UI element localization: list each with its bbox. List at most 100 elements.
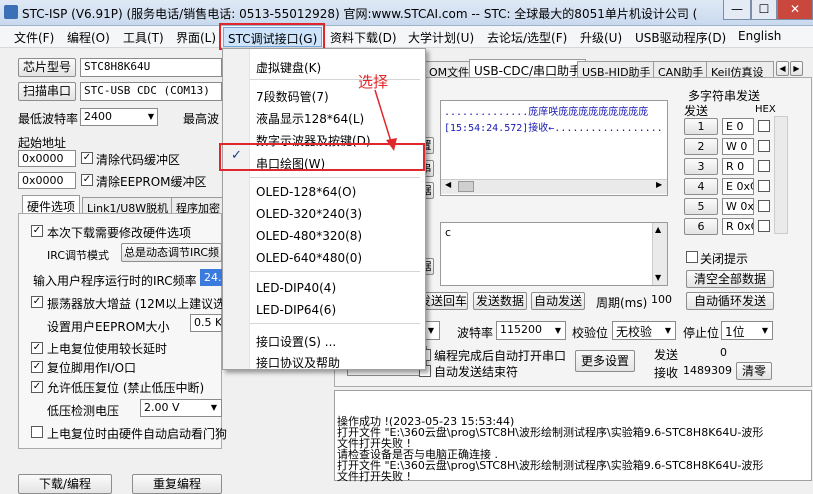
long-delay-label: 上电复位使用较长延时 (47, 342, 168, 356)
menu-upgrade[interactable]: 升级(U) (580, 29, 622, 46)
irc-mode-label: IRC调节模式 (47, 249, 110, 262)
menu-item-oled-128x64[interactable]: OLED-128*64(O) (256, 185, 356, 199)
clear-code-checkbox[interactable]: ✓ (81, 152, 93, 164)
lvd-reset-label: 允许低压复位 (禁止低压中断) (47, 381, 205, 395)
irc-frequency-label: 输入用户程序运行时的IRC频率 (33, 274, 197, 288)
chevron-down-icon: ▼ (554, 326, 562, 335)
tab-hardware-options[interactable]: 硬件选项 (22, 195, 81, 214)
send-data-button[interactable]: 发送数据 (473, 292, 527, 310)
scan-port-button[interactable]: 扫描串口 (18, 82, 76, 101)
menu-item-oled-640x480[interactable]: OLED-640*480(0) (256, 251, 362, 265)
close-hint-checkbox[interactable] (686, 251, 698, 263)
menu-icon-gutter (223, 49, 250, 369)
receive-line-1: ..............庞庠咲庞庞庞庞庞庞庞庞庞 (444, 107, 649, 118)
multi-send-button[interactable]: 1 (684, 118, 718, 135)
clear-count-button[interactable]: 清零 (736, 362, 772, 380)
auto-open-label: 编程完成后自动打开串口 (434, 349, 567, 363)
menu-item-led-dip64[interactable]: LED-DIP64(6) (256, 303, 336, 317)
close-hint-label: 关闭提示 (700, 252, 749, 266)
menu-highlight-box (219, 23, 325, 50)
menu-separator (250, 177, 420, 178)
menu-separator (250, 323, 420, 324)
close-button[interactable]: ✕ (777, 0, 813, 20)
multi-send-button[interactable]: 6 (684, 218, 718, 235)
menu-item-oled-320x240[interactable]: OLED-320*240(3) (256, 207, 362, 221)
osc-gain-checkbox[interactable]: ✓ (31, 296, 43, 308)
multi-send-input[interactable]: W 0xC (722, 198, 754, 215)
hex-checkbox[interactable] (758, 140, 770, 152)
chevron-down-icon: ▼ (147, 112, 155, 121)
eeprom-address-input[interactable]: 0x0000 (18, 172, 76, 189)
menu-interface[interactable]: 界面(L) (176, 29, 216, 46)
irc-frequency-input[interactable]: 24.0 (200, 269, 222, 286)
multi-send-input[interactable]: R 0 (722, 158, 754, 175)
tab-scroll-left-button[interactable]: ◀ (776, 61, 789, 76)
multi-send-input[interactable]: W 0 (722, 138, 754, 155)
eeprom-size-select[interactable]: 0.5 K (190, 314, 222, 332)
hex-checkbox[interactable] (758, 200, 770, 212)
clear-eeprom-checkbox[interactable]: ✓ (81, 174, 93, 186)
clear-all-data-button[interactable]: 清空全部数据 (686, 270, 774, 288)
chip-model-select[interactable]: STC8H8K64U (80, 58, 222, 77)
download-program-button[interactable]: 下载/编程 (18, 474, 112, 494)
scroll-left-arrow-icon[interactable]: ◀ (445, 180, 451, 189)
multi-send-vscrollbar[interactable] (774, 116, 788, 234)
period-input[interactable]: 100 (648, 292, 678, 310)
menu-forum[interactable]: 去论坛/选型(F) (487, 29, 567, 46)
chip-model-button[interactable]: 芯片型号 (18, 58, 76, 77)
scroll-thumb[interactable] (458, 181, 474, 192)
menu-item-interface-settings[interactable]: 接口设置(S) ... (256, 333, 336, 350)
multi-send-button[interactable]: 2 (684, 138, 718, 155)
multi-send-input[interactable]: E 0xC (722, 178, 754, 195)
auto-loop-send-button[interactable]: 自动循环发送 (686, 292, 774, 310)
menu-download[interactable]: 资料下载(D) (330, 29, 397, 46)
receive-hscrollbar[interactable] (441, 179, 667, 194)
hex-checkbox[interactable] (758, 120, 770, 132)
hex-column-header: HEX (755, 104, 776, 115)
eeprom-size-label: 设置用户EEPROM大小 (47, 320, 170, 334)
hex-checkbox[interactable] (758, 180, 770, 192)
menu-item-led-dip40[interactable]: LED-DIP40(4) (256, 281, 336, 295)
clear-code-label: 清除代码缓冲区 (96, 153, 181, 167)
lvd-reset-checkbox[interactable]: ✓ (31, 381, 43, 393)
reset-io-checkbox[interactable]: ✓ (31, 361, 43, 373)
rx-count-label: 接收 (654, 366, 679, 380)
multi-send-button[interactable]: 5 (684, 198, 718, 215)
menu-item-lcd-128x64[interactable]: 液晶显示128*64(L) (256, 110, 364, 127)
maximize-button[interactable]: ☐ (751, 0, 777, 20)
repeat-program-button[interactable]: 重复编程 (132, 474, 222, 494)
menu-english[interactable]: English (738, 29, 781, 43)
tab-scroll-right-button[interactable]: ▶ (790, 61, 803, 76)
code-address-input[interactable]: 0x0000 (18, 150, 76, 167)
multi-send-input[interactable]: R 0xC (722, 218, 754, 235)
minimize-button[interactable]: — (723, 0, 751, 20)
scroll-up-arrow-icon[interactable]: ▲ (655, 225, 661, 234)
auto-send-button[interactable]: 自动发送 (531, 292, 585, 310)
menu-item-oled-480x320[interactable]: OLED-480*320(8) (256, 229, 362, 243)
menu-program[interactable]: 编程(O) (67, 29, 110, 46)
menu-usb-driver[interactable]: USB驱动程序(D) (635, 29, 726, 46)
menu-item-protocol-help[interactable]: 接口协议及帮助 (256, 354, 340, 371)
menu-item-virtual-keyboard[interactable]: 虚拟键盘(K) (256, 59, 321, 76)
long-delay-checkbox[interactable]: ✓ (31, 342, 43, 354)
watchdog-checkbox[interactable] (31, 426, 43, 438)
hex-checkbox[interactable] (758, 160, 770, 172)
tab-usb-cdc-serial[interactable]: USB-CDC/串口助手 (469, 59, 587, 78)
max-baud-label: 最高波 (183, 112, 220, 126)
log-line: 文件打开失败 ! (337, 470, 411, 483)
scroll-down-arrow-icon[interactable]: ▼ (655, 273, 661, 282)
multi-send-input[interactable]: E 0 (722, 118, 754, 135)
menu-item-seven-segment[interactable]: 7段数码管(7) (256, 88, 329, 105)
more-settings-button[interactable]: 更多设置 (575, 350, 635, 372)
menu-university[interactable]: 大学计划(U) (408, 29, 474, 46)
port-select[interactable]: STC-USB CDC (COM13) (80, 82, 222, 101)
irc-mode-select[interactable]: 总是动态调节IRC频 (121, 243, 222, 262)
scroll-right-arrow-icon[interactable]: ▶ (656, 180, 662, 189)
set-hardware-checkbox[interactable]: ✓ (31, 225, 43, 237)
send-buffer[interactable] (440, 222, 668, 286)
menu-file[interactable]: 文件(F) (14, 29, 54, 46)
hex-checkbox[interactable] (758, 220, 770, 232)
multi-send-button[interactable]: 4 (684, 178, 718, 195)
menu-tools[interactable]: 工具(T) (123, 29, 164, 46)
multi-send-button[interactable]: 3 (684, 158, 718, 175)
